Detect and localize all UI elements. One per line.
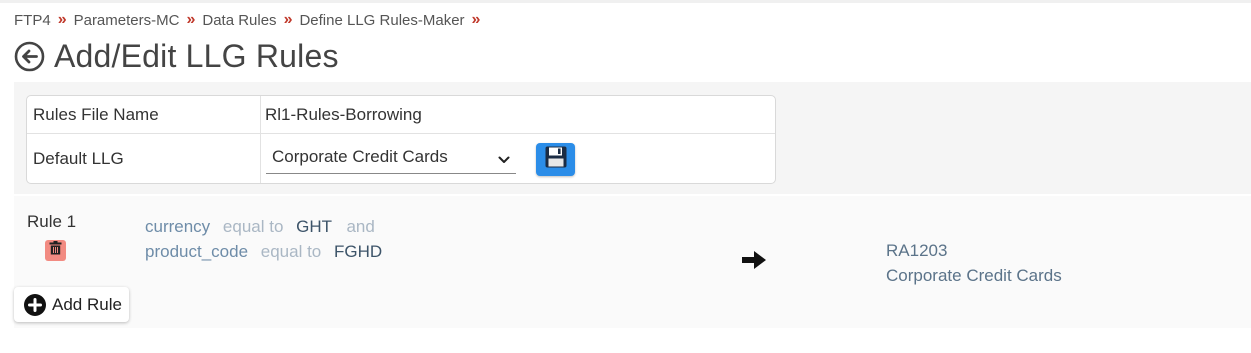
back-arrow-icon[interactable]: [14, 41, 45, 72]
condition-operator: equal to: [222, 217, 284, 236]
add-rule-label: Add Rule: [52, 294, 122, 314]
breadcrumb-item-ftp4[interactable]: FTP4: [14, 12, 51, 29]
rules-panel: Rule 1 currency equal to GHT and product…: [14, 196, 1251, 328]
rules-file-name-value: Rl1-Rules-Borrowing: [265, 104, 422, 124]
title-row: Add/Edit LLG Rules: [14, 36, 339, 76]
page-title: Add/Edit LLG Rules: [54, 37, 339, 74]
result-name: Corporate Credit Cards: [886, 266, 1062, 285]
rule-condition: product_code equal to FGHD: [145, 242, 382, 262]
chevron-down-icon: [498, 151, 510, 163]
breadcrumb-item-parameters-mc[interactable]: Parameters-MC: [74, 12, 180, 29]
breadcrumb-separator: »: [57, 11, 67, 28]
rules-form: Rules File Name Rl1-Rules-Borrowing Defa…: [26, 95, 776, 184]
condition-value: FGHD: [334, 242, 383, 261]
default-llg-row: Default LLG Corporate Credit Cards: [27, 134, 775, 183]
condition-field: product_code: [145, 242, 249, 261]
save-button[interactable]: [536, 143, 575, 176]
header-panel: Rules File Name Rl1-Rules-Borrowing Defa…: [14, 82, 1251, 194]
rule-label: Rule 1: [27, 212, 77, 231]
top-border: [0, 0, 1251, 3]
delete-rule-button[interactable]: [45, 240, 66, 261]
breadcrumb: FTP4 » Parameters-MC » Data Rules » Defi…: [14, 10, 487, 30]
floppy-disk-icon: [544, 145, 568, 174]
add-rule-button[interactable]: Add Rule: [14, 287, 129, 322]
condition-operator: equal to: [260, 242, 322, 261]
rules-file-name-label: Rules File Name: [27, 96, 261, 133]
condition-value: GHT: [296, 217, 332, 236]
default-llg-select[interactable]: Corporate Credit Cards: [266, 140, 516, 174]
breadcrumb-item-data-rules[interactable]: Data Rules: [202, 12, 276, 29]
breadcrumb-separator: »: [471, 11, 481, 28]
breadcrumb-separator: »: [186, 11, 196, 28]
rule-result: RA1203 Corporate Credit Cards: [886, 238, 1062, 288]
rules-file-name-row: Rules File Name Rl1-Rules-Borrowing: [27, 96, 775, 134]
plus-circle-icon: [24, 293, 46, 316]
breadcrumb-separator: »: [283, 11, 293, 28]
default-llg-label: Default LLG: [27, 134, 261, 183]
condition-field: currency: [145, 217, 211, 236]
condition-conjunction: and: [346, 217, 375, 236]
result-code: RA1203: [886, 241, 948, 260]
breadcrumb-item-define-llg-rules-maker[interactable]: Define LLG Rules-Maker: [299, 12, 464, 29]
rule-condition: currency equal to GHT and: [145, 217, 375, 237]
arrow-right-icon: [741, 249, 767, 271]
trash-icon: [49, 241, 62, 260]
default-llg-selected-value: Corporate Credit Cards: [272, 146, 448, 166]
